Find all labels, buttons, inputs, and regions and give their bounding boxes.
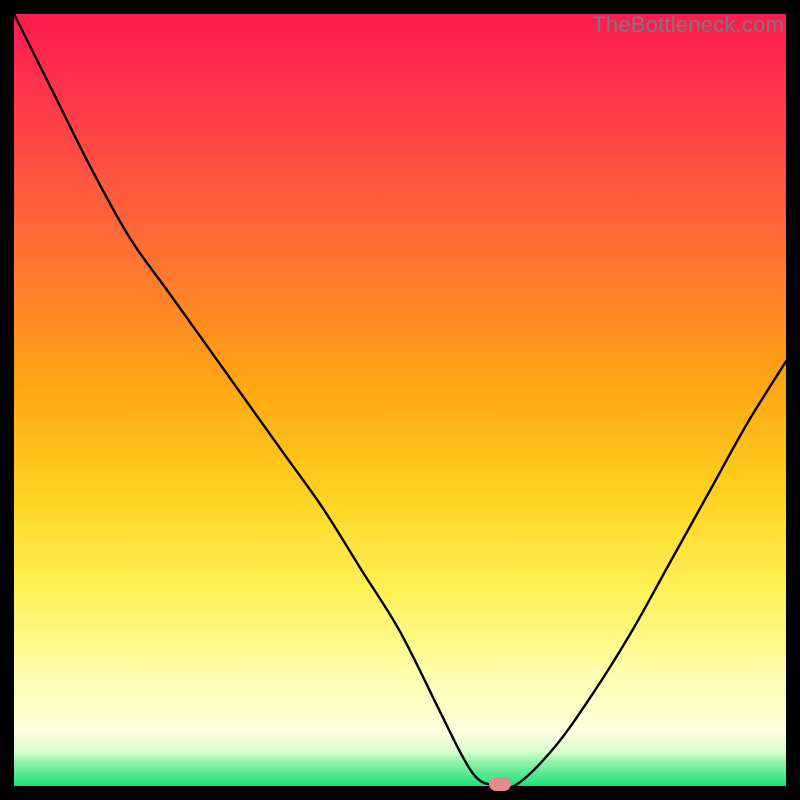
bottleneck-curve	[14, 14, 786, 786]
chart-frame: TheBottleneck.com	[14, 14, 786, 786]
watermark-text: TheBottleneck.com	[592, 12, 784, 38]
optimum-marker	[489, 777, 511, 791]
